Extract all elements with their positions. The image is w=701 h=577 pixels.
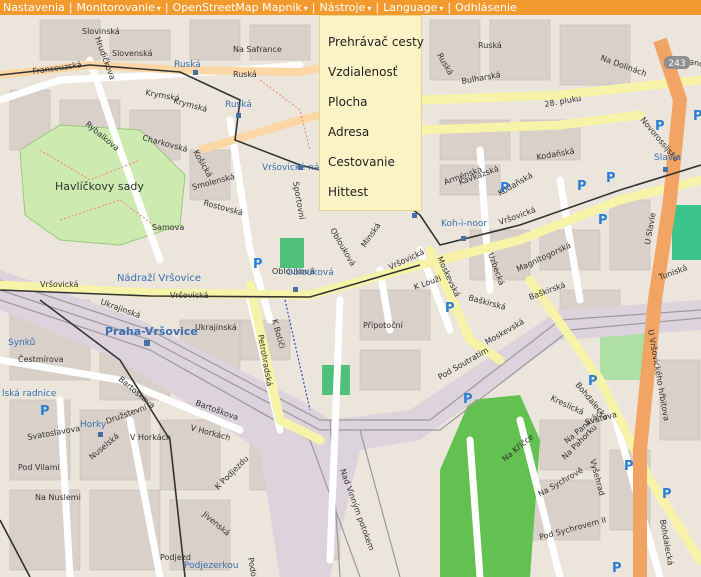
parking-icon: P <box>588 374 598 389</box>
menu-tools-label: Nástroje <box>319 1 366 14</box>
street-label: Slovenská <box>112 49 153 58</box>
parking-icon: P <box>577 179 587 194</box>
menu-language[interactable]: Language ▾ <box>380 0 446 15</box>
street-label: Ruská <box>478 41 502 50</box>
svg-text:243: 243 <box>668 59 685 69</box>
dropdown-item-hittest[interactable]: Hittest <box>328 185 368 199</box>
street-label: Samova <box>152 223 184 232</box>
stop-label: Ruská <box>174 60 201 70</box>
sports-field <box>280 238 304 268</box>
place-label: Havlíčkovy sady <box>55 180 144 193</box>
dropdown-item-address[interactable]: Adresa <box>328 125 369 139</box>
menu-settings[interactable]: Nastavenia <box>0 0 68 15</box>
station-label: Praha-Vršovice <box>105 325 198 338</box>
menu-monitoring[interactable]: Monitorovanie ▾ <box>74 0 164 15</box>
parking-icon: P <box>445 301 455 316</box>
parking-icon: P <box>662 487 672 502</box>
parking-icon: P <box>253 257 263 272</box>
menu-monitoring-label: Monitorovanie <box>76 1 155 14</box>
route-shield-243: 243 <box>664 56 690 69</box>
street-label: Slovinská <box>82 27 120 36</box>
chevron-down-icon: ▾ <box>367 4 372 13</box>
dropdown-item-route-player[interactable]: Prehrávač cesty <box>328 35 424 49</box>
parking-icon: P <box>693 109 701 124</box>
street-label: Pod Vilami <box>18 463 60 472</box>
parking-icon: P <box>655 119 665 134</box>
menu-map-layer[interactable]: OpenStreetMap Mapnik ▾ <box>170 0 311 15</box>
parking-icon: P <box>612 561 622 576</box>
menu-settings-label: Nastavenia <box>3 1 65 14</box>
menu-map-layer-label: OpenStreetMap Mapnik <box>172 1 302 14</box>
menu-language-label: Language <box>383 1 438 14</box>
dropdown-item-travel[interactable]: Cestovanie <box>328 155 395 169</box>
stop-label: Koh-i-noor <box>441 219 487 229</box>
dropdown-item-distance[interactable]: Vzdialenosť <box>328 65 397 79</box>
stop-label: Podjezerkou <box>184 561 238 571</box>
stop-label: lská radnice <box>2 389 57 399</box>
dropdown-item-area[interactable]: Plocha <box>328 95 367 109</box>
stop-label: Horky <box>80 420 107 430</box>
chevron-down-icon: ▾ <box>156 4 161 13</box>
chevron-down-icon: ▾ <box>439 4 444 13</box>
station-label: Nádraží Vršovice <box>117 272 201 284</box>
street-label: V Horkách <box>130 433 171 442</box>
parking-icon: P <box>624 459 634 474</box>
stop-label: Ruská <box>225 100 252 110</box>
street-label: Ruská <box>233 70 257 79</box>
stop-label: Oblouková <box>286 268 334 278</box>
menu-logout-label: Odhlásenie <box>455 1 517 14</box>
parking-icon: P <box>463 392 473 407</box>
chevron-down-icon: ▾ <box>303 4 308 13</box>
street-label: Na Nuslemi <box>35 493 81 502</box>
street-label: Vršovická <box>170 290 209 300</box>
menu-tools[interactable]: Nástroje ▾ <box>317 0 375 15</box>
menu-logout[interactable]: Odhlásenie <box>452 0 520 15</box>
street-label: Přípotoční <box>363 320 404 330</box>
parking-icon: P <box>606 171 616 186</box>
parking-icon: P <box>500 181 510 196</box>
parking-icon: P <box>40 404 50 419</box>
parking-icon: P <box>598 213 608 228</box>
stop-label: Synků <box>8 337 35 348</box>
street-label: Ukrajinská <box>195 323 237 332</box>
stop-label: Slavia <box>654 153 681 163</box>
street-label: Čestmírova <box>18 353 64 364</box>
top-menu-bar: Nastavenia | Monitorovanie ▾ | OpenStreetMap … <box>0 0 701 15</box>
stadium-pitch <box>672 205 701 260</box>
tools-dropdown-menu: Prehrávač cesty Vzdialenosť Plocha Adres… <box>319 15 424 211</box>
street-label: Na Safrance <box>233 45 282 54</box>
street-label: Vršovická <box>40 279 79 289</box>
